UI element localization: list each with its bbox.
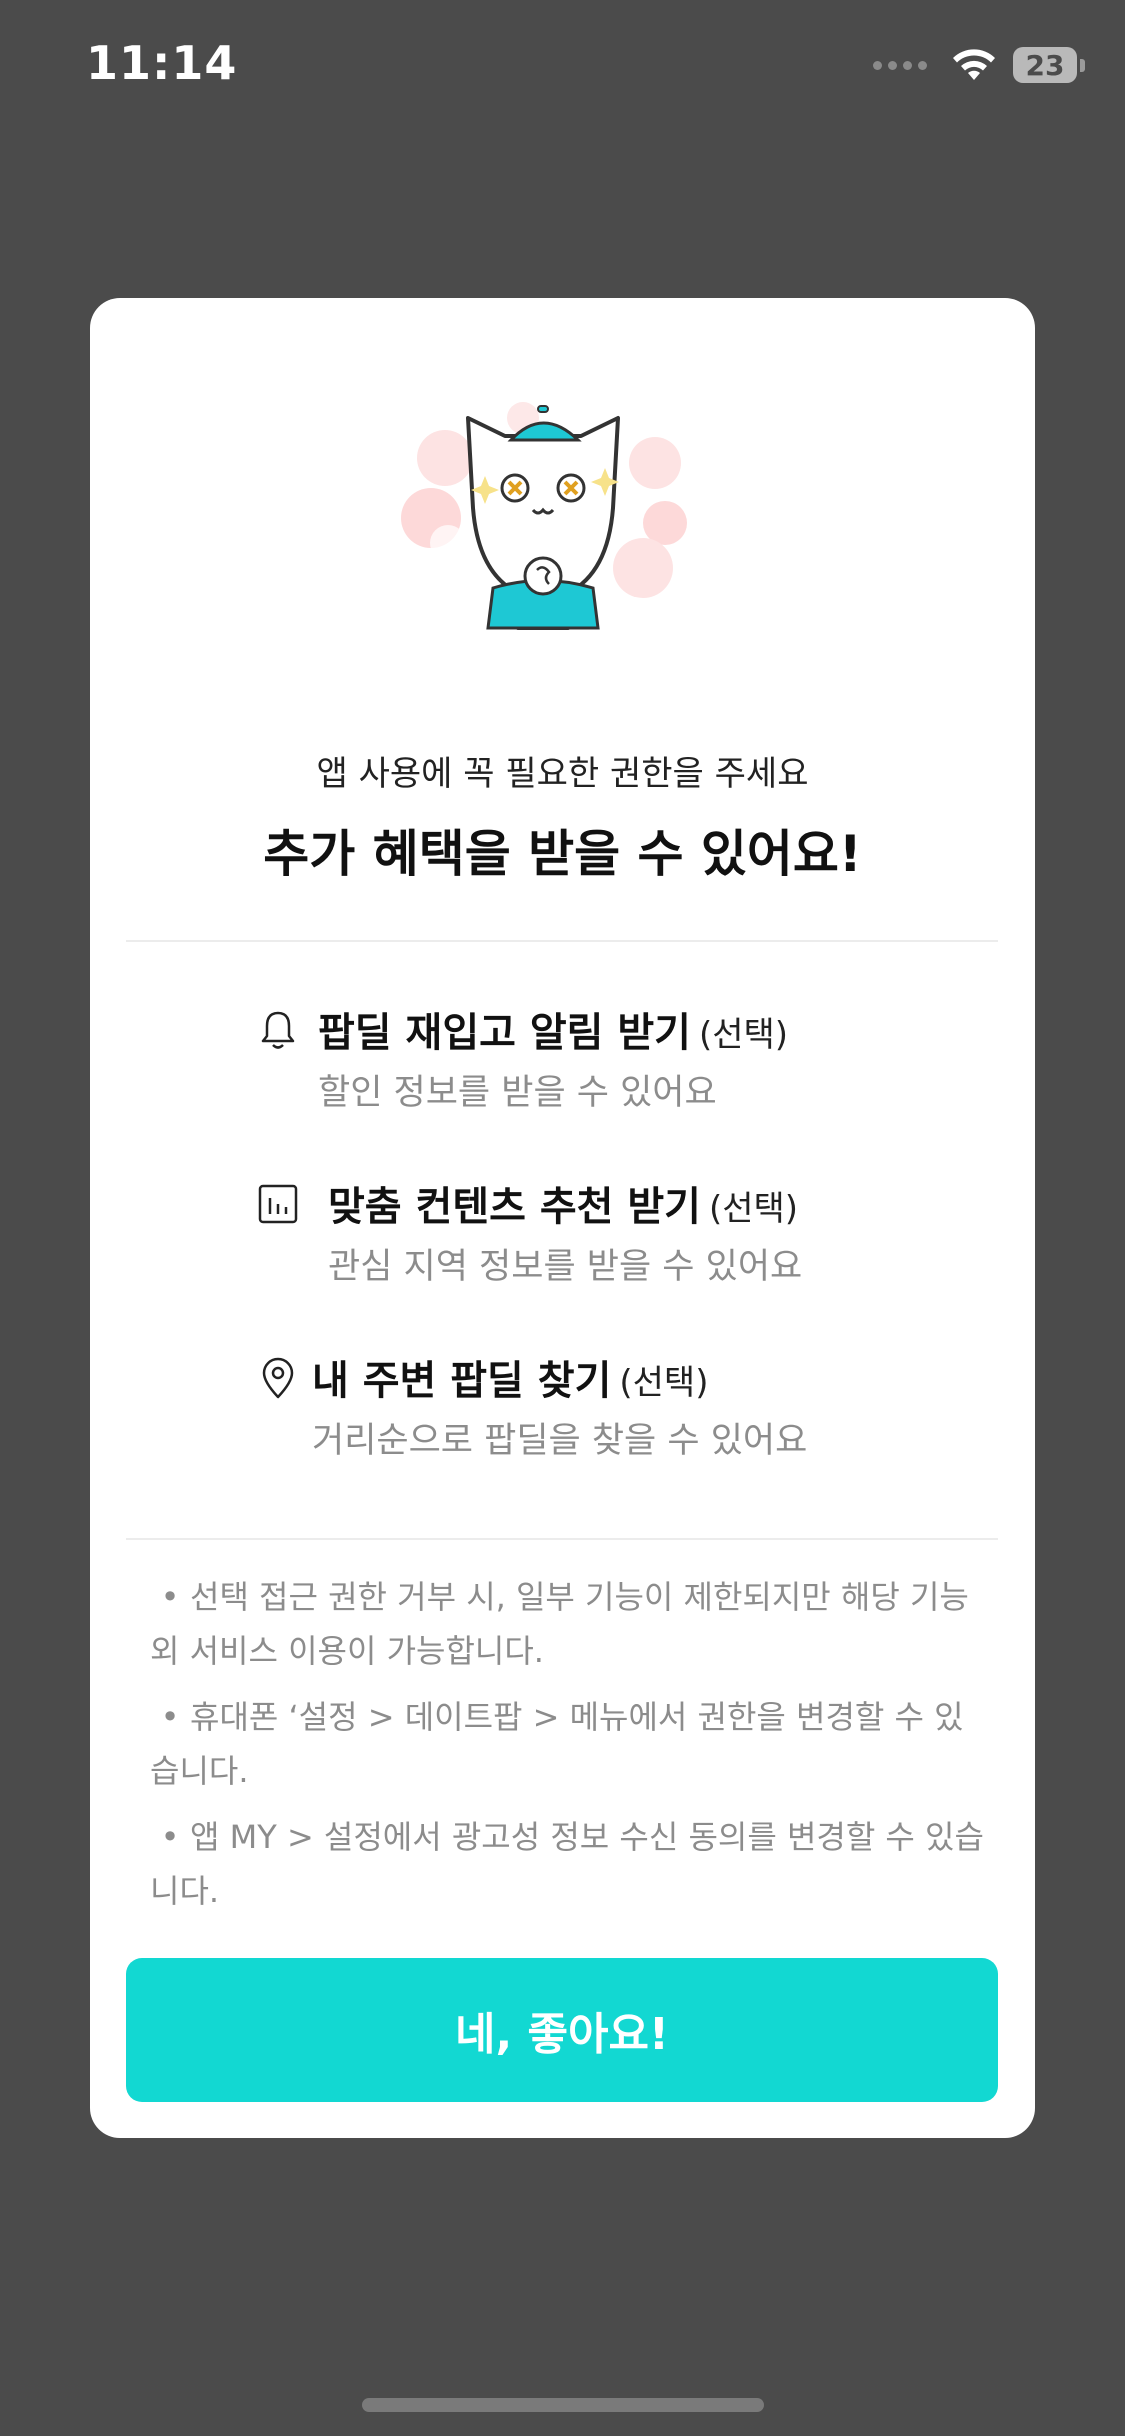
cellular-signal-icon [873,60,927,70]
location-pin-icon [262,1357,294,1399]
bell-icon [261,1011,295,1049]
status-time: 11:14 [86,36,238,90]
battery-icon: 23 [1013,47,1077,83]
modal-headline: 추가 혜택을 받을 수 있어요! [263,825,862,883]
notice-text: 휴대폰 ‘설정 > 데이트팝 > 메뉴에서 권한을 변경할 수 있습니다. [150,1698,964,1790]
permission-description: 할인 정보를 받을 수 있어요 [318,1073,717,1113]
permission-title-row: 맞춤 컨텐츠 추천 받기 (선택) [328,1174,798,1232]
permission-optional-tag: (선택) [619,1363,709,1403]
permission-title-row: 팝딜 재입고 알림 받기 (선택) [318,1000,788,1058]
notice-text: 앱 MY > 설정에서 광고성 정보 수신 동의를 변경할 수 있습니다. [150,1818,984,1910]
permission-modal: 앱 사용에 꼭 필요한 권한을 주세요 추가 혜택을 받을 수 있어요! 팝딜 … [90,298,1035,2138]
confirm-button[interactable]: 네, 좋아요! [126,1958,998,2102]
permission-description: 관심 지역 정보를 받을 수 있어요 [328,1247,803,1287]
permission-description: 거리순으로 팝딜을 찾을 수 있어요 [312,1421,808,1461]
permission-optional-tag: (선택) [708,1189,799,1229]
wifi-icon [953,49,995,80]
notice-list: • 선택 접근 권한 거부 시, 일부 기능이 제한되지만 해당 기능 외 서비스… [150,1570,985,1930]
divider [126,1538,998,1540]
bullet: • [160,1578,180,1616]
notice-text: 선택 접근 권한 거부 시, 일부 기능이 제한되지만 해당 기능 외 서비스 … [150,1578,969,1670]
permission-title: 팝딜 재입고 알림 받기 [318,1010,691,1056]
permission-optional-tag: (선택) [698,1015,789,1055]
notice-item: • 선택 접근 권한 거부 시, 일부 기능이 제한되지만 해당 기능 외 서비스… [150,1570,985,1678]
modal-subtitle: 앱 사용에 꼭 필요한 권한을 주세요 [316,754,809,794]
permission-title: 내 주변 팝딜 찾기 [312,1358,612,1404]
battery-tip [1080,58,1085,72]
divider [126,940,998,942]
mascot-character-illustration [401,402,687,630]
chart-icon [258,1184,298,1224]
home-indicator[interactable] [362,2398,764,2412]
permission-title-row: 내 주변 팝딜 찾기 (선택) [312,1348,708,1406]
notice-item: • 앱 MY > 설정에서 광고성 정보 수신 동의를 변경할 수 있습니다. [150,1810,985,1918]
bullet: • [160,1818,180,1856]
screen: 11:14 23 앱 사용에 꼭 필요한 권한을 주세요 추가 혜택을 받을 수… [0,0,1125,2436]
notice-item: • 휴대폰 ‘설정 > 데이트팝 > 메뉴에서 권한을 변경할 수 있습니다. [150,1690,985,1798]
status-icons: 23 [873,46,1085,84]
battery-level: 23 [1025,48,1065,82]
permission-title: 맞춤 컨텐츠 추천 받기 [328,1184,701,1230]
bullet: • [160,1698,180,1736]
